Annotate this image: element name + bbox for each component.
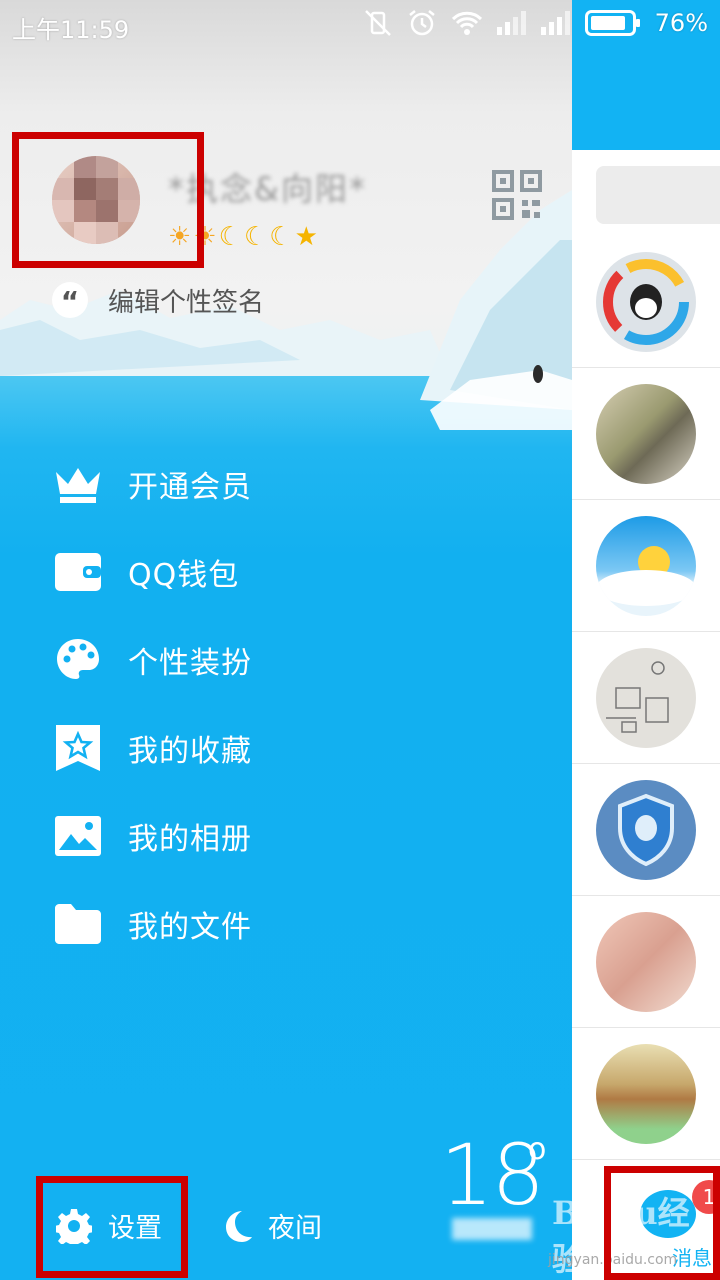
menu-item-files[interactable]: 我的文件 xyxy=(0,880,572,968)
weather-degree-symbol: o xyxy=(528,1132,547,1167)
list-item[interactable] xyxy=(572,896,720,1028)
menu-item-label: 我的文件 xyxy=(128,910,252,945)
battery-percentage: 76% xyxy=(654,9,708,37)
search-bar[interactable] xyxy=(596,166,720,224)
avatar xyxy=(596,780,696,880)
highlight-box-settings xyxy=(36,1176,188,1278)
vibrate-off-icon xyxy=(364,10,391,36)
avatar xyxy=(596,252,696,352)
favorites-icon xyxy=(54,724,102,772)
moon-icon xyxy=(226,1210,252,1242)
signature-edit[interactable]: 编辑个性签名 xyxy=(108,282,264,319)
menu-item-label: 个性装扮 xyxy=(128,646,252,681)
menu-item-label: 我的相册 xyxy=(128,822,252,857)
avatar xyxy=(596,912,696,1012)
signal-icon xyxy=(540,11,570,35)
star-icon: ★ xyxy=(294,222,318,252)
list-item[interactable] xyxy=(572,764,720,896)
weather-city-blurred xyxy=(452,1218,532,1240)
moon-icon: ☾ xyxy=(243,222,268,252)
menu-item-favorites[interactable]: 我的收藏 xyxy=(0,704,572,792)
highlight-box-avatar xyxy=(12,132,204,268)
highlight-box-messages xyxy=(604,1166,720,1280)
list-item[interactable] xyxy=(572,236,720,368)
night-mode-button[interactable]: 夜间 xyxy=(222,1206,322,1245)
list-item[interactable] xyxy=(572,632,720,764)
status-icons: 76% xyxy=(363,8,708,38)
avatar xyxy=(596,1044,696,1144)
menu-item-label: QQ钱包 xyxy=(128,558,240,593)
avatar xyxy=(596,384,696,484)
avatar xyxy=(596,516,696,616)
menu-item-label: 开通会员 xyxy=(128,470,252,505)
menu-item-vip[interactable]: 开通会员 xyxy=(0,440,572,528)
status-bar: 上午11:59 76% xyxy=(0,0,720,50)
night-mode-label: 夜间 xyxy=(268,1213,322,1244)
battery-icon xyxy=(584,10,640,36)
palette-icon xyxy=(54,636,102,684)
menu-item-album[interactable]: 我的相册 xyxy=(0,792,572,880)
wifi-icon xyxy=(451,11,482,35)
drawer-menu: 开通会员 QQ钱包 个性装扮 我的收藏 我的相册 我的文件 xyxy=(0,440,572,968)
moon-icon: ☾ xyxy=(218,222,242,252)
crown-icon xyxy=(54,460,102,508)
moon-icon: ☾ xyxy=(269,222,293,252)
signal-icon xyxy=(496,11,526,35)
list-item[interactable] xyxy=(572,368,720,500)
qr-code-icon[interactable] xyxy=(492,170,542,220)
list-item[interactable] xyxy=(572,500,720,632)
list-item[interactable] xyxy=(572,1028,720,1160)
status-time: 上午11:59 xyxy=(12,16,130,44)
avatar xyxy=(596,648,696,748)
album-icon xyxy=(54,812,102,860)
conversation-list-peek[interactable]: 消息 1 xyxy=(572,0,720,1280)
menu-item-theme[interactable]: 个性装扮 xyxy=(0,616,572,704)
menu-item-label: 我的收藏 xyxy=(128,734,252,769)
wallet-icon xyxy=(54,548,102,596)
menu-item-wallet[interactable]: QQ钱包 xyxy=(0,528,572,616)
folder-icon xyxy=(54,900,102,948)
alarm-icon xyxy=(408,10,435,36)
quote-icon: “ xyxy=(52,282,88,318)
